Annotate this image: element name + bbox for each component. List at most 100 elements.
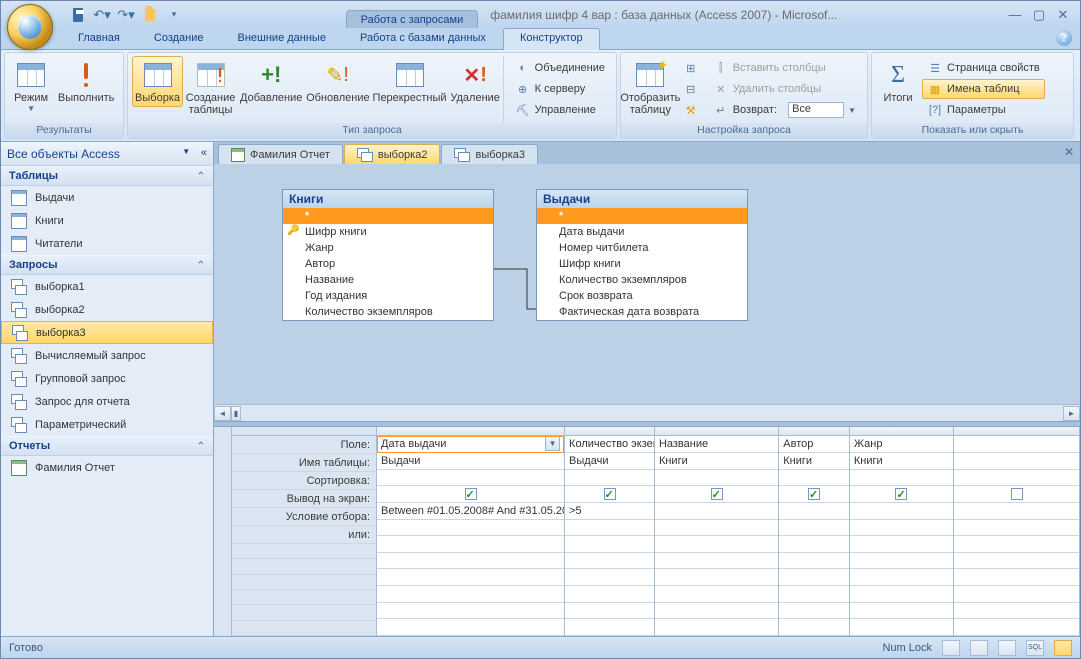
grid-cell[interactable]	[655, 520, 778, 537]
field-row[interactable]: Жанр	[283, 240, 493, 256]
grid-cell[interactable]	[655, 470, 778, 487]
grid-cell[interactable]	[779, 569, 849, 586]
tab-create[interactable]: Создание	[137, 28, 221, 49]
grid-cell[interactable]	[954, 436, 1079, 453]
office-button[interactable]	[7, 4, 53, 50]
field-row[interactable]: Количество экземпляров	[537, 272, 747, 288]
grid-cell[interactable]: Количество экземпл	[565, 436, 654, 453]
close-tab-button[interactable]: ✕	[1062, 145, 1076, 159]
qat-open[interactable]	[139, 4, 161, 26]
view-datasheet[interactable]	[942, 640, 960, 656]
field-row[interactable]: Название	[283, 272, 493, 288]
grid-cell[interactable]	[954, 619, 1079, 636]
field-row[interactable]: Количество экземпляров	[283, 304, 493, 320]
field-row[interactable]: Автор	[283, 256, 493, 272]
grid-cell[interactable]	[655, 536, 778, 553]
totals-button[interactable]: Σ Итоги	[876, 56, 920, 107]
crosstab-button[interactable]: Перекрестный	[371, 56, 447, 107]
field-row[interactable]: *	[283, 208, 493, 224]
union-button[interactable]: ◐Объединение	[510, 58, 610, 78]
nav-cat-tables[interactable]: Таблицы⌃	[1, 166, 213, 186]
field-row[interactable]: Год издания	[283, 288, 493, 304]
grid-cell[interactable]	[377, 619, 564, 636]
grid-cell[interactable]	[954, 586, 1079, 603]
col-header[interactable]	[377, 427, 564, 436]
grid-cell[interactable]: Название	[655, 436, 778, 453]
grid-cell[interactable]	[565, 603, 654, 620]
tab-dbtools[interactable]: Работа с базами данных	[343, 28, 503, 49]
grid-cell[interactable]	[954, 569, 1079, 586]
propsheet-button[interactable]: ☰Страница свойств	[922, 58, 1045, 78]
show-checkbox[interactable]	[604, 488, 616, 500]
show-checkbox[interactable]	[711, 488, 723, 500]
nav-item[interactable]: Групповой запрос	[1, 367, 213, 390]
minimize-button[interactable]: —	[1006, 7, 1024, 23]
show-checkbox[interactable]	[465, 488, 477, 500]
grid-cell[interactable]	[565, 486, 654, 503]
view-pivotchart[interactable]	[998, 640, 1016, 656]
grid-cell[interactable]: Книги	[655, 453, 778, 470]
grid-cell[interactable]	[779, 520, 849, 537]
grid-cell[interactable]	[377, 520, 564, 537]
grid-cell[interactable]	[655, 586, 778, 603]
grid-cell[interactable]	[954, 603, 1079, 620]
fieldlist-issues-header[interactable]: Выдачи	[537, 190, 747, 208]
show-checkbox[interactable]	[1011, 488, 1023, 500]
grid-cell[interactable]: Автор	[779, 436, 849, 453]
relationship-diagram[interactable]: Книги *🔑Шифр книгиЖанрАвторНазваниеГод и…	[214, 164, 1080, 404]
field-row[interactable]: Фактическая дата возврата	[537, 304, 747, 320]
grid-cell[interactable]	[850, 486, 953, 503]
view-button[interactable]: Режим ▼	[9, 56, 53, 116]
grid-cell[interactable]	[850, 553, 953, 570]
nav-item[interactable]: Запрос для отчета	[1, 390, 213, 413]
showtable-button[interactable]: ✦ Отобразить таблицу	[625, 56, 676, 119]
dropdown-icon[interactable]: ▼	[545, 436, 560, 451]
grid-cell[interactable]	[377, 553, 564, 570]
grid-cell[interactable]	[954, 553, 1079, 570]
scroll-left-button[interactable]: ◄	[214, 406, 231, 421]
nav-item[interactable]: Читатели	[1, 232, 213, 255]
tab-external[interactable]: Внешние данные	[221, 28, 343, 49]
grid-cell[interactable]	[954, 503, 1079, 520]
grid-cell[interactable]	[655, 569, 778, 586]
grid-cell[interactable]	[565, 520, 654, 537]
nav-item[interactable]: Книги	[1, 209, 213, 232]
grid-cell[interactable]	[655, 503, 778, 520]
grid-cell[interactable]: Выдачи	[377, 453, 564, 470]
grid-cell[interactable]	[850, 619, 953, 636]
grid-cell[interactable]	[779, 619, 849, 636]
grid-cell[interactable]	[850, 536, 953, 553]
grid-cell[interactable]	[655, 553, 778, 570]
grid-cell[interactable]	[565, 536, 654, 553]
tab-design[interactable]: Конструктор	[503, 28, 600, 50]
field-row[interactable]: 🔑Шифр книги	[283, 224, 493, 240]
grid-cell[interactable]	[655, 603, 778, 620]
grid-cell[interactable]: Between #01.05.2008# And #31.05.2008#	[377, 503, 564, 520]
grid-cell[interactable]: Выдачи	[565, 453, 654, 470]
grid-cell[interactable]	[779, 470, 849, 487]
qat-undo[interactable]: ↶▾	[91, 4, 113, 26]
nav-item[interactable]: Фамилия Отчет	[1, 456, 213, 479]
nav-cat-queries[interactable]: Запросы⌃	[1, 255, 213, 275]
insert-rows-button[interactable]: ⊞	[678, 58, 704, 78]
select-query-button[interactable]: Выборка	[132, 56, 183, 107]
qat-customize[interactable]: ▾	[163, 4, 185, 26]
grid-cell[interactable]	[779, 536, 849, 553]
field-row[interactable]: Срок возврата	[537, 288, 747, 304]
maximize-button[interactable]: ▢	[1030, 7, 1048, 23]
field-row[interactable]: Шифр книги	[537, 256, 747, 272]
nav-item[interactable]: выборка2	[1, 298, 213, 321]
diagram-hscroll[interactable]: ◄ ▮ ►	[214, 404, 1080, 421]
nav-item[interactable]: Выдачи	[1, 186, 213, 209]
grid-cell[interactable]	[655, 486, 778, 503]
grid-cell[interactable]	[779, 486, 849, 503]
grid-cell[interactable]: Книги	[850, 453, 953, 470]
grid-cell[interactable]	[377, 603, 564, 620]
nav-item[interactable]: выборка3	[1, 321, 213, 344]
run-button[interactable]: Выполнить	[53, 56, 119, 107]
grid-cell[interactable]	[565, 586, 654, 603]
insert-cols-button[interactable]: ⫿Вставить столбцы	[708, 58, 861, 78]
view-pivot[interactable]	[970, 640, 988, 656]
scroll-thumb[interactable]: ▮	[231, 406, 241, 421]
doc-tab[interactable]: выборка2	[344, 144, 441, 164]
